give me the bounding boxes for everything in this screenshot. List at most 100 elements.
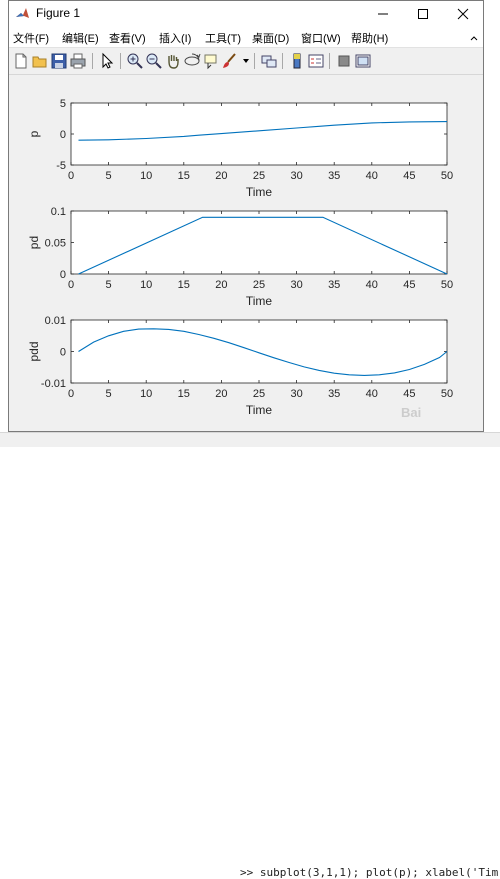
- desktop-background-left: [0, 0, 8, 446]
- x-tick-label: 35: [328, 170, 340, 182]
- y-tick-label: 0: [60, 269, 66, 281]
- x-tick-label: 40: [366, 388, 378, 400]
- y-axis-label: pd: [27, 236, 41, 249]
- menu-collapse-icon[interactable]: [469, 33, 479, 43]
- open-file-icon[interactable]: [31, 52, 49, 70]
- y-tick-label: 0: [60, 347, 66, 359]
- zoom-in-icon[interactable]: [126, 52, 144, 70]
- rotate-3d-icon[interactable]: [183, 52, 201, 70]
- new-figure-icon[interactable]: [12, 52, 30, 70]
- x-tick-label: 25: [253, 170, 265, 182]
- desktop-background-right: [484, 0, 500, 446]
- x-tick-label: 25: [253, 279, 265, 291]
- figure-window: Figure 1 文件(F) 编辑(E) 查看(V) 插入(I) 工具(T) 桌…: [8, 0, 484, 432]
- toolbar-separator: [120, 53, 121, 69]
- toolbar-separator: [254, 53, 255, 69]
- menu-edit[interactable]: 编辑(E): [62, 30, 99, 46]
- x-tick-label: 10: [140, 388, 152, 400]
- minimize-icon: [378, 13, 388, 15]
- brush-icon[interactable]: [221, 52, 239, 70]
- show-plot-tools-icon[interactable]: [354, 52, 372, 70]
- x-tick-label: 45: [403, 279, 415, 291]
- hide-plot-tools-icon[interactable]: [335, 52, 353, 70]
- menu-tools[interactable]: 工具(T): [205, 30, 241, 46]
- y-axis-label: p: [27, 130, 41, 137]
- toolbar-separator: [92, 53, 93, 69]
- x-tick-label: 10: [140, 279, 152, 291]
- menu-desktop[interactable]: 桌面(D): [252, 30, 289, 46]
- x-tick-label: 50: [441, 170, 453, 182]
- x-tick-label: 50: [441, 388, 453, 400]
- x-tick-label: 0: [68, 388, 74, 400]
- x-tick-label: 20: [215, 170, 227, 182]
- command-line-text: >> subplot(3,1,1); plot(p); xlabel('Tim: [240, 866, 499, 879]
- y-axis-label: pdd: [27, 341, 41, 361]
- data-cursor-icon[interactable]: [202, 52, 220, 70]
- y-tick-label: 0.05: [45, 238, 66, 250]
- print-icon[interactable]: [69, 52, 87, 70]
- toolbar-separator: [282, 53, 283, 69]
- y-tick-label: -0.01: [41, 378, 66, 390]
- x-tick-label: 15: [178, 279, 190, 291]
- toolbar: [9, 47, 483, 75]
- command-window-strip: >> subplot(3,1,1); plot(p); xlabel('Tim: [0, 432, 500, 879]
- link-plot-icon[interactable]: [260, 52, 278, 70]
- x-tick-label: 5: [106, 388, 112, 400]
- x-axis-label: Time: [246, 403, 273, 417]
- menu-insert[interactable]: 插入(I): [159, 30, 191, 46]
- x-axis-label: Time: [246, 294, 273, 308]
- x-tick-label: 15: [178, 388, 190, 400]
- x-tick-label: 30: [290, 170, 302, 182]
- x-tick-label: 45: [403, 170, 415, 182]
- maximize-button[interactable]: [403, 1, 443, 27]
- x-tick-label: 35: [328, 279, 340, 291]
- save-icon[interactable]: [50, 52, 68, 70]
- brush-dropdown-icon[interactable]: [242, 57, 250, 65]
- axes-2-box: [70, 210, 448, 275]
- x-tick-label: 0: [68, 279, 74, 291]
- legend-icon[interactable]: [307, 52, 325, 70]
- y-tick-label: 5: [60, 98, 66, 110]
- window-title: Figure 1: [36, 6, 81, 20]
- minimize-button[interactable]: [363, 1, 403, 27]
- x-tick-label: 50: [441, 279, 453, 291]
- toolbar-separator: [329, 53, 330, 69]
- menu-window[interactable]: 窗口(W): [301, 30, 341, 46]
- x-tick-label: 20: [215, 388, 227, 400]
- x-tick-label: 5: [106, 279, 112, 291]
- menu-view[interactable]: 查看(V): [109, 30, 146, 46]
- figure-canvas: 0 5 10 15 20 25 30 35 40 45 50 -5 0 5 Time p 0 5 10 15 20 25 3…: [9, 75, 483, 431]
- menu-bar: 文件(F) 编辑(E) 查看(V) 插入(I) 工具(T) 桌面(D) 窗口(W…: [9, 27, 483, 47]
- menu-help[interactable]: 帮助(H): [351, 30, 388, 46]
- x-tick-label: 30: [290, 388, 302, 400]
- plots-svg: 0 5 10 15 20 25 30 35 40 45 50-505Timep0 5 10 15 20 25 3…: [27, 98, 453, 417]
- matlab-logo-icon: [15, 6, 30, 21]
- watermark: Bai: [401, 405, 422, 420]
- x-tick-label: 30: [290, 279, 302, 291]
- x-tick-label: 0: [68, 170, 74, 182]
- x-tick-label: 15: [178, 170, 190, 182]
- x-axis-label: Time: [246, 185, 273, 199]
- title-bar: Figure 1: [9, 1, 483, 27]
- x-tick-label: 45: [403, 388, 415, 400]
- select-arrow-icon[interactable]: [98, 52, 116, 70]
- x-tick-label: 5: [106, 170, 112, 182]
- close-button[interactable]: [443, 1, 483, 27]
- x-tick-label: 40: [366, 170, 378, 182]
- maximize-icon: [418, 9, 428, 19]
- y-tick-label: 0.01: [45, 315, 66, 327]
- axes-1-box: [70, 102, 448, 166]
- y-tick-label: -5: [56, 160, 66, 172]
- x-tick-label: 35: [328, 388, 340, 400]
- close-icon: [457, 8, 469, 20]
- x-tick-label: 20: [215, 279, 227, 291]
- zoom-out-icon[interactable]: [145, 52, 163, 70]
- colorbar-icon[interactable]: [288, 52, 306, 70]
- x-tick-label: 40: [366, 279, 378, 291]
- x-tick-label: 25: [253, 388, 265, 400]
- x-tick-label: 10: [140, 170, 152, 182]
- pan-hand-icon[interactable]: [164, 52, 182, 70]
- y-tick-label: 0.1: [51, 206, 66, 218]
- y-tick-label: 0: [60, 129, 66, 141]
- menu-file[interactable]: 文件(F): [13, 30, 49, 46]
